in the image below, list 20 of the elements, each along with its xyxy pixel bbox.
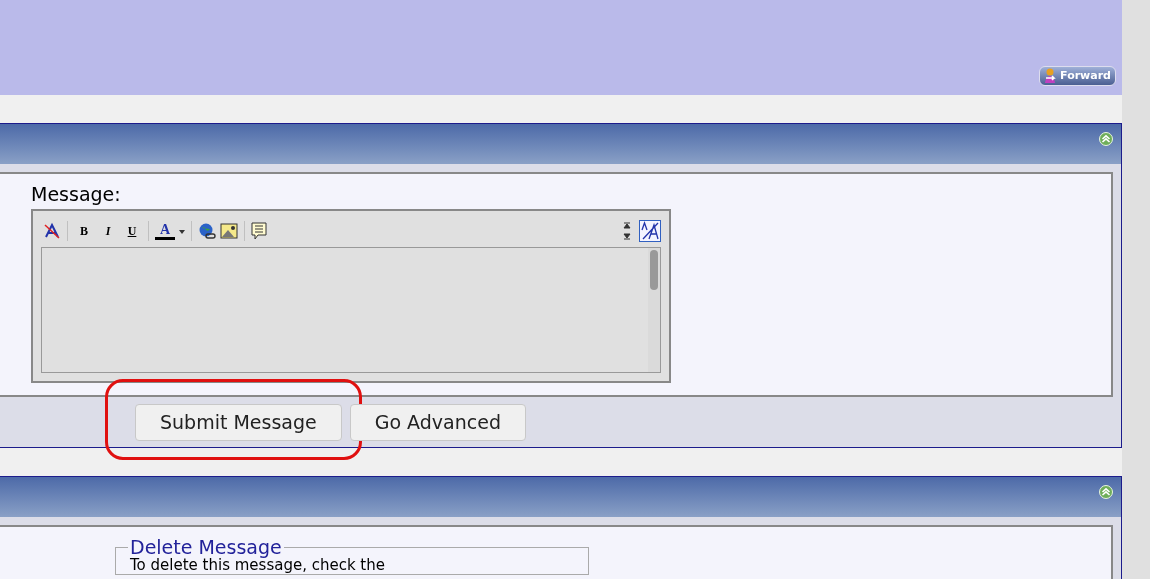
globe-link-icon[interactable] bbox=[198, 222, 216, 240]
form-button[interactable]: Submit Message bbox=[135, 403, 342, 441]
collapse-icon[interactable] bbox=[1099, 485, 1113, 499]
scrollbar[interactable] bbox=[648, 248, 660, 372]
page-scrollbar[interactable] bbox=[1122, 0, 1150, 579]
message-label: Message: bbox=[31, 182, 122, 206]
underline-button[interactable]: U bbox=[120, 222, 144, 240]
caret-icon bbox=[179, 229, 185, 234]
delete-instructions: To delete this message, check the bbox=[130, 557, 386, 574]
switch-mode-icon[interactable] bbox=[639, 220, 661, 242]
person-arrow-icon bbox=[1044, 68, 1059, 84]
italic-button[interactable]: I bbox=[96, 222, 120, 240]
bold-button[interactable]: B bbox=[72, 222, 96, 240]
image-icon[interactable] bbox=[220, 223, 238, 239]
text-color-button[interactable]: A bbox=[153, 222, 187, 240]
remove-format-icon[interactable] bbox=[43, 222, 61, 240]
resize-icon[interactable] bbox=[623, 222, 631, 240]
quote-icon[interactable] bbox=[251, 222, 267, 240]
collapse-icon[interactable] bbox=[1099, 132, 1113, 146]
form-button[interactable]: Go Advanced bbox=[349, 403, 526, 441]
